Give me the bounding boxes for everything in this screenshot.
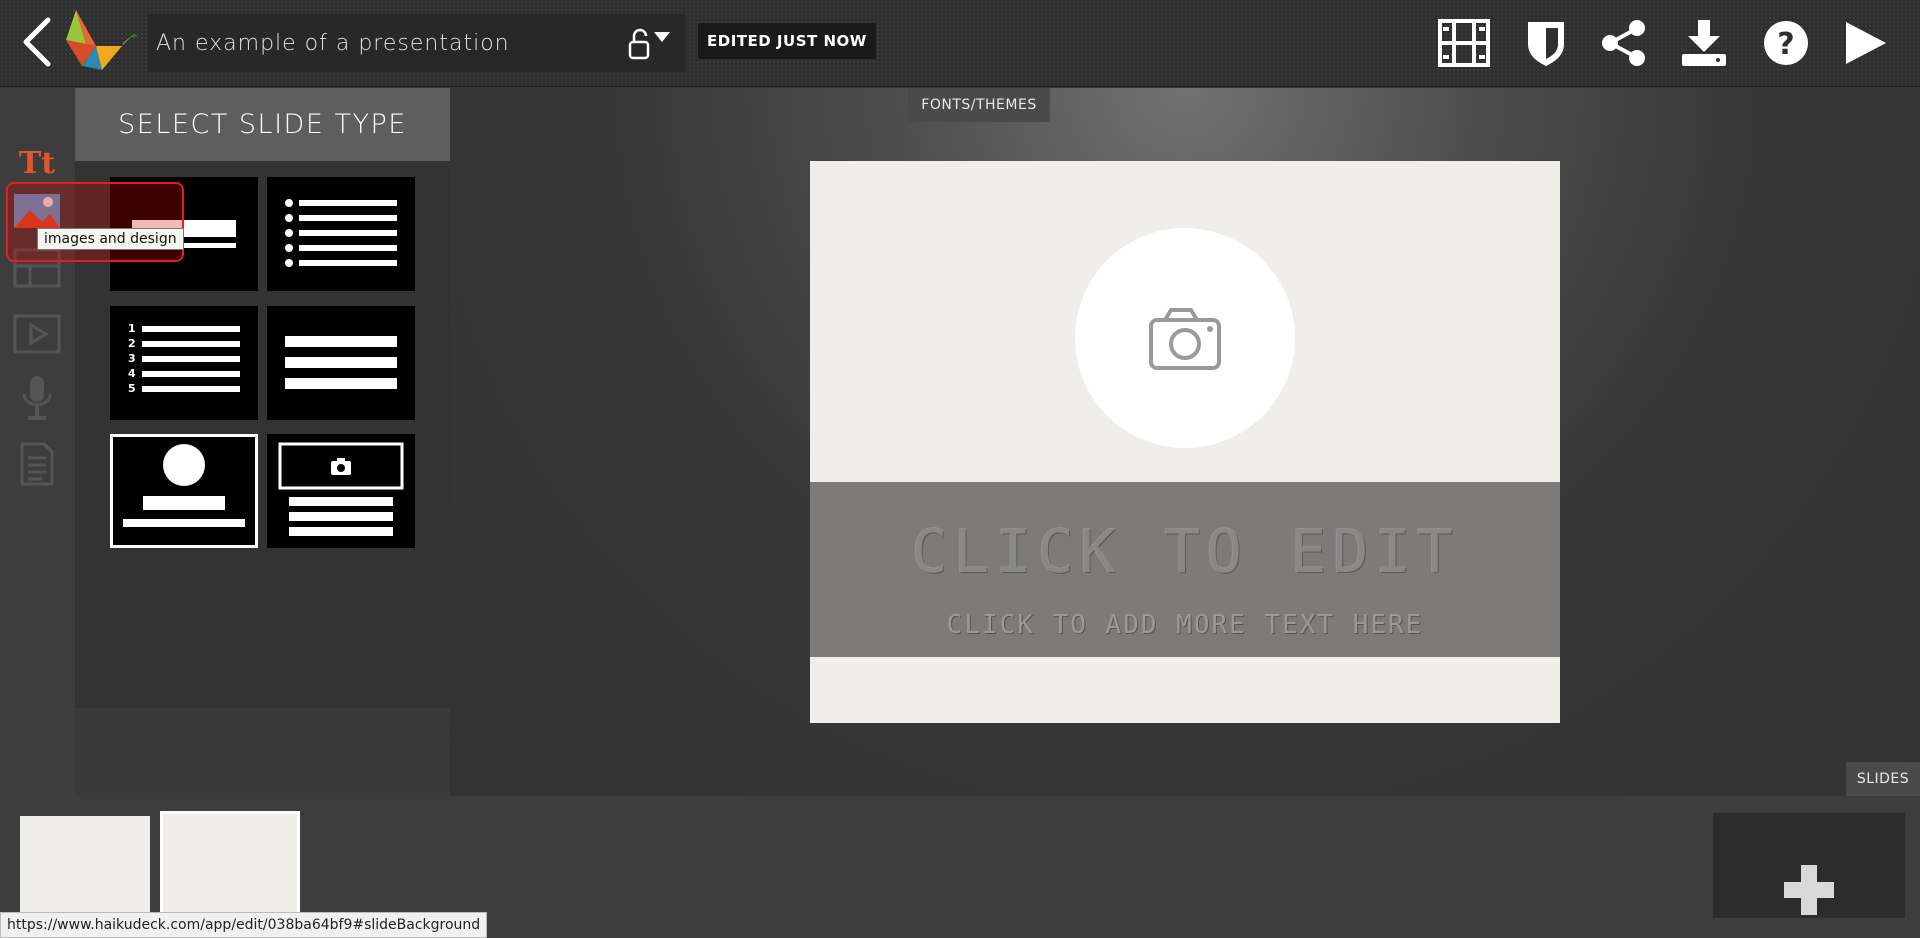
presentation-title[interactable]: An example of a presentation: [156, 31, 510, 56]
text-icon-glyph: Tt: [18, 146, 56, 181]
text-icon[interactable]: Tt: [12, 140, 62, 188]
slide-type-bullet-list[interactable]: [267, 177, 415, 291]
slide-type-text-lines[interactable]: [267, 306, 415, 420]
top-toolbar: An example of a presentation EDITED JUST…: [0, 0, 1920, 87]
play-icon[interactable]: [1840, 18, 1892, 68]
slide-subtitle[interactable]: CLICK TO ADD MORE TEXT HERE: [810, 610, 1560, 640]
back-arrow-icon[interactable]: [18, 14, 58, 70]
slide-type-profile[interactable]: [110, 434, 258, 548]
slide-type-numbered-list[interactable]: 1 2 3 4 5: [110, 306, 258, 420]
help-icon[interactable]: ?: [1760, 18, 1812, 68]
slide-title[interactable]: CLICK TO EDIT: [810, 517, 1560, 587]
notes-icon[interactable]: [12, 440, 62, 488]
text-band: CLICK TO EDIT CLICK TO ADD MORE TEXT HER…: [810, 482, 1560, 657]
haiku-deck-logo[interactable]: [62, 6, 138, 78]
svg-text:?: ?: [1777, 27, 1794, 62]
presentation-title-field[interactable]: An example of a presentation: [148, 14, 686, 72]
tab-fonts-themes[interactable]: FONTS/THEMES: [908, 88, 1050, 122]
layout-icon[interactable]: [12, 244, 62, 292]
tab-slides[interactable]: SLIDES: [1846, 762, 1920, 796]
add-slide-button[interactable]: [1713, 813, 1905, 918]
left-tool-rail: Tt: [0, 88, 75, 796]
privacy-dropdown[interactable]: [626, 24, 676, 64]
slide-type-panel: SELECT SLIDE TYPE 1 2 3 4 5: [75, 88, 450, 708]
video-icon[interactable]: [12, 310, 62, 358]
status-badge: EDITED JUST NOW: [698, 23, 876, 59]
download-icon[interactable]: [1678, 18, 1730, 68]
film-icon[interactable]: [1438, 18, 1490, 68]
panel-header: SELECT SLIDE TYPE: [75, 88, 450, 161]
tooltip: images and design: [37, 228, 184, 250]
status-bar-url: https://www.haikudeck.com/app/edit/038ba…: [0, 912, 488, 938]
microphone-icon[interactable]: [12, 374, 62, 422]
photo-placeholder[interactable]: [1075, 228, 1295, 448]
share-icon[interactable]: [1598, 18, 1650, 68]
unlock-icon: [626, 28, 676, 68]
slide-canvas[interactable]: CLICK TO EDIT CLICK TO ADD MORE TEXT HER…: [810, 161, 1560, 723]
plus-icon: [1713, 865, 1905, 922]
shield-icon[interactable]: [1520, 18, 1572, 68]
camera-icon: [1075, 308, 1295, 452]
slide-type-photo-with-text[interactable]: [267, 434, 415, 548]
